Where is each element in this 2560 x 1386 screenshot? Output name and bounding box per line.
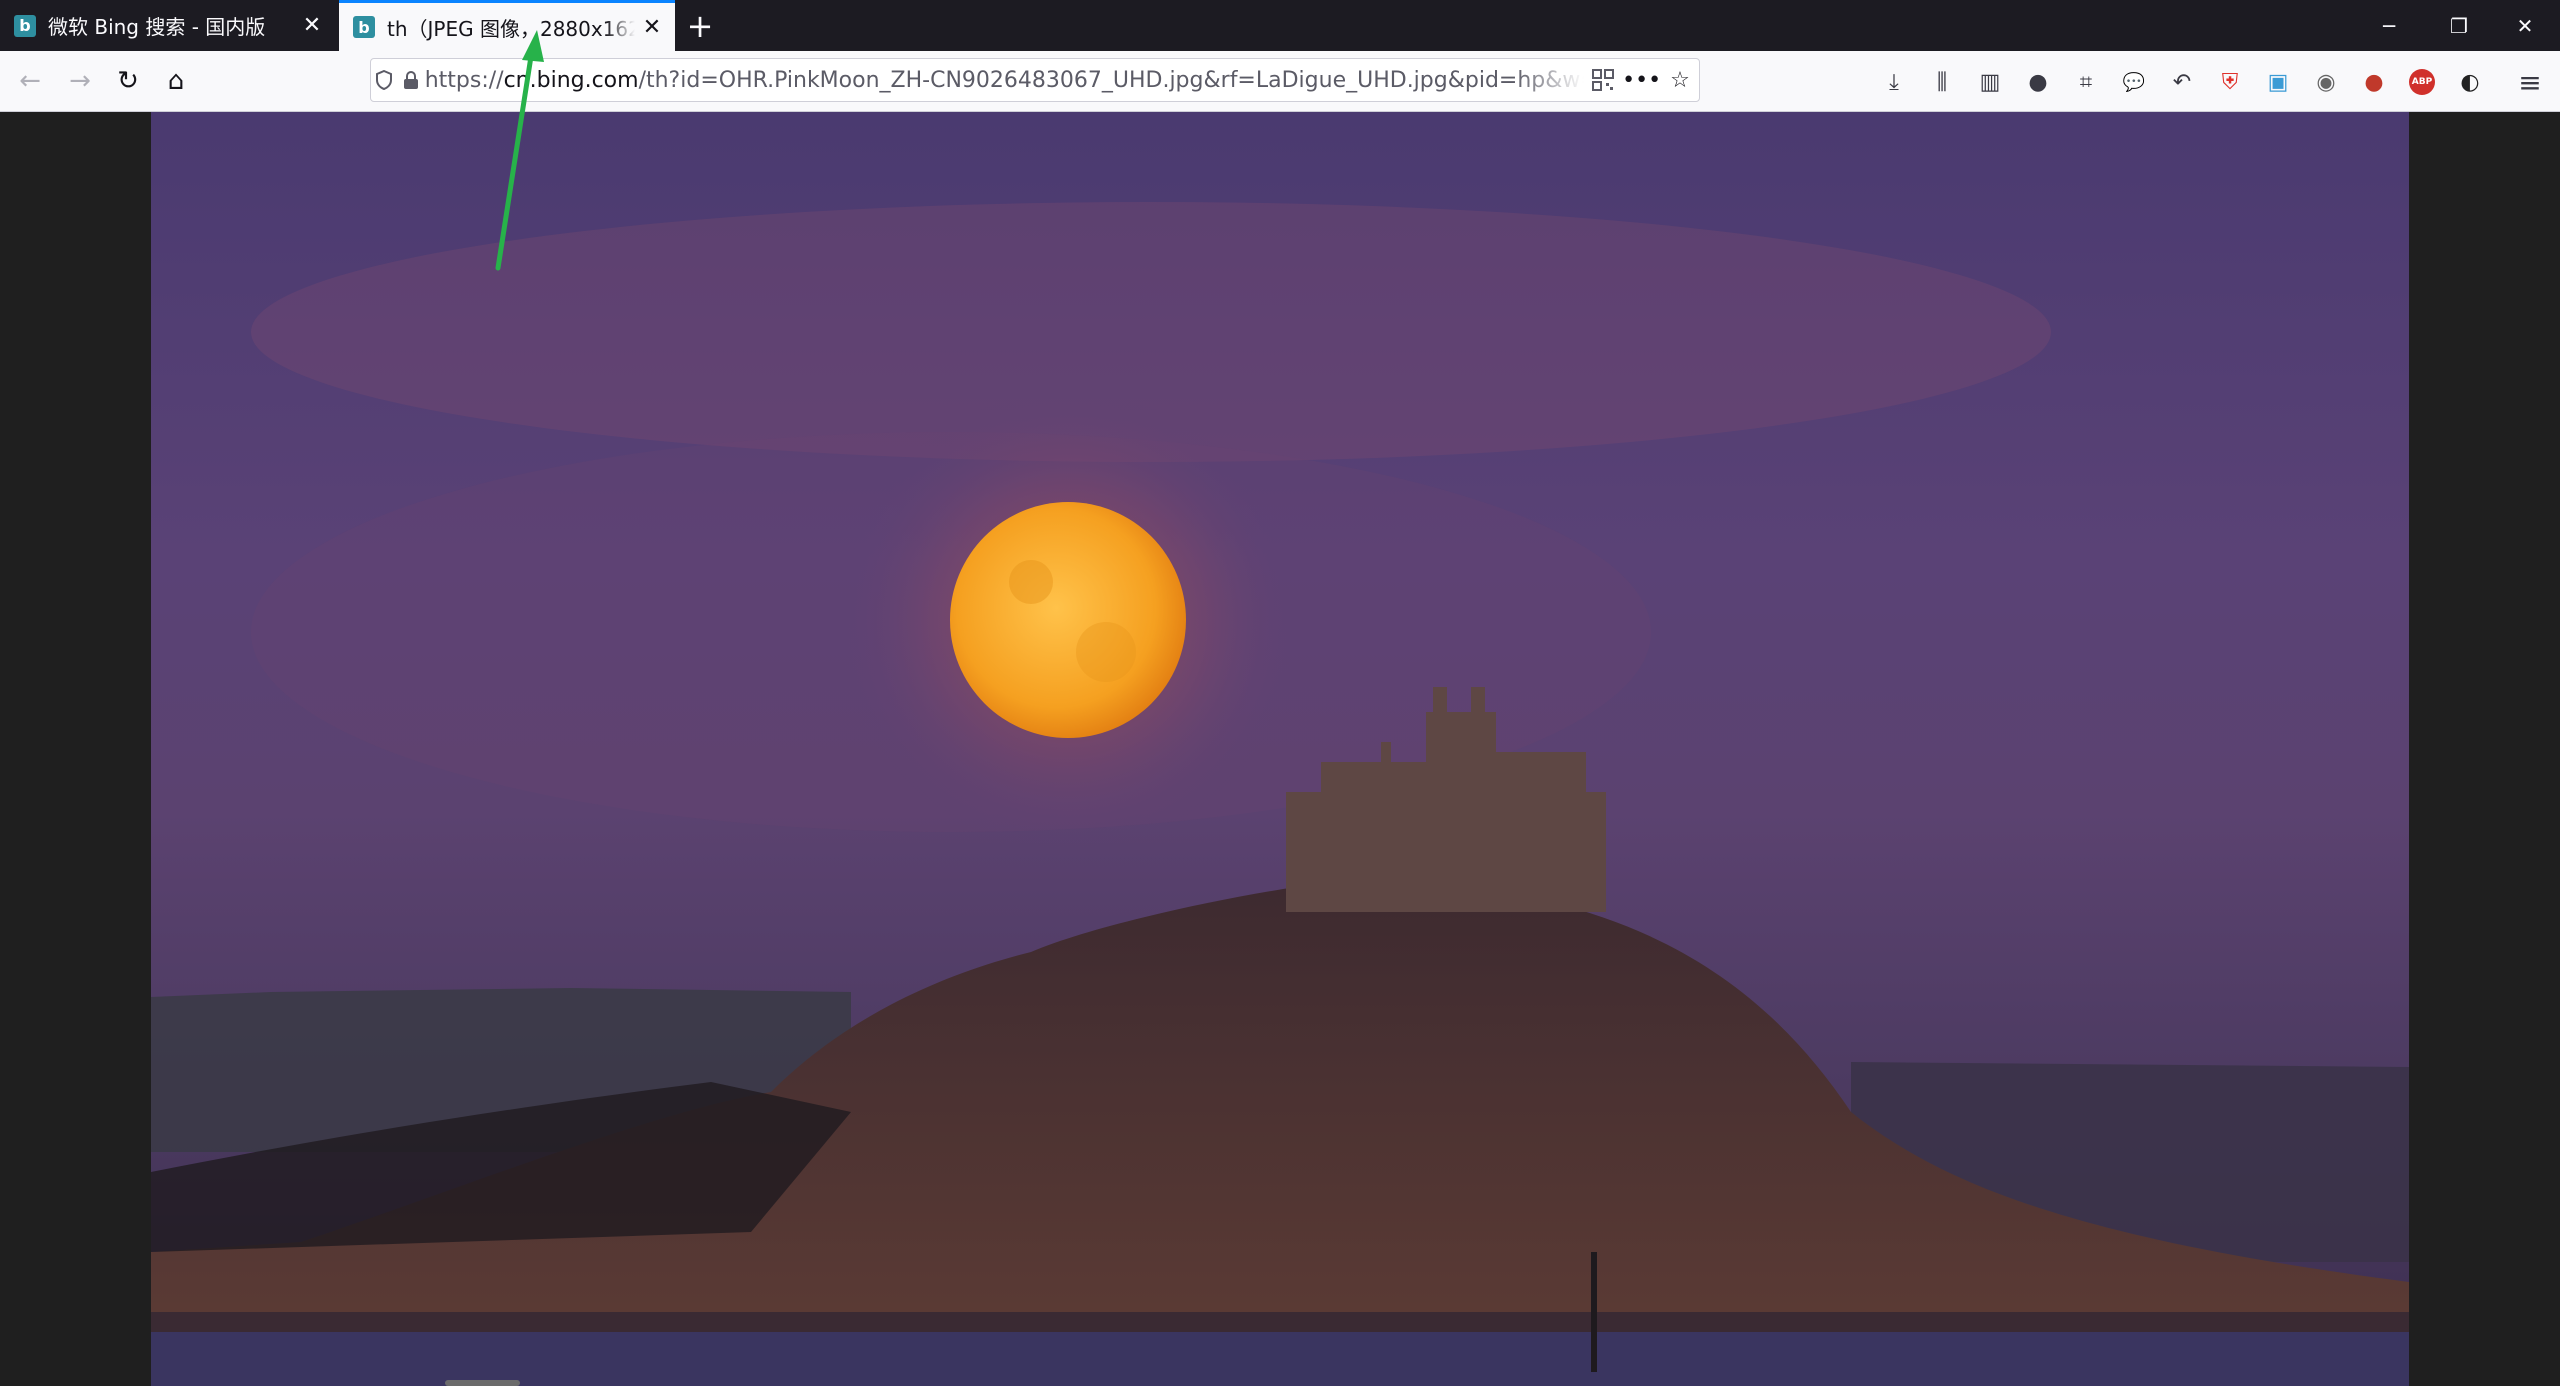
tab-bing-search[interactable]: b 微软 Bing 搜索 - 国内版 ✕ bbox=[0, 0, 335, 51]
forward-button[interactable]: → bbox=[60, 61, 100, 101]
close-tab-icon[interactable]: ✕ bbox=[295, 13, 329, 38]
minimize-button[interactable]: ─ bbox=[2354, 0, 2424, 51]
url-path: /th?id=OHR.PinkMoon_ZH-CN9026483067_UHD.… bbox=[638, 67, 1585, 93]
dark-reader-icon[interactable]: ◐ bbox=[2454, 66, 2486, 98]
shield-icon[interactable] bbox=[371, 70, 398, 90]
undo-icon[interactable]: ↶ bbox=[2166, 66, 2198, 98]
lock-icon[interactable] bbox=[398, 70, 425, 90]
sidebar-icon[interactable]: ▥ bbox=[1974, 66, 2006, 98]
download-icon[interactable]: ⤓ bbox=[1878, 66, 1910, 98]
home-button[interactable]: ⌂ bbox=[156, 61, 196, 101]
back-button[interactable]: ← bbox=[10, 61, 50, 101]
bing-logo-icon: b bbox=[353, 16, 375, 38]
star-icon[interactable]: ☆ bbox=[1661, 68, 1699, 93]
library-icon[interactable]: ⫼ bbox=[1926, 66, 1958, 98]
url-text[interactable]: https://cn.bing.com/th?id=OHR.PinkMoon_Z… bbox=[425, 68, 1584, 93]
new-tab-button[interactable]: + bbox=[678, 0, 722, 51]
picture-extension-icon[interactable]: ▣ bbox=[2262, 66, 2294, 98]
more-icon[interactable]: ••• bbox=[1622, 68, 1661, 93]
window-close-button[interactable]: ✕ bbox=[2490, 0, 2560, 51]
tab-strip: b 微软 Bing 搜索 - 国内版 ✕ b th（JPEG 图像，2880x1… bbox=[0, 0, 2560, 51]
tab-title: th（JPEG 图像，2880x1620 像素） bbox=[387, 16, 635, 41]
bing-logo-icon: b bbox=[14, 14, 36, 37]
tab-jpeg-image[interactable]: b th（JPEG 图像，2880x1620 像素） ✕ bbox=[339, 0, 675, 51]
bulb-extension-icon[interactable]: ◉ bbox=[2310, 66, 2342, 98]
marker-post bbox=[1591, 1252, 1597, 1372]
qr-code-icon[interactable] bbox=[1584, 69, 1622, 91]
color-extension-icon[interactable]: ● bbox=[2358, 66, 2390, 98]
chat-icon[interactable]: 💬 bbox=[2118, 66, 2150, 98]
menu-icon[interactable]: ≡ bbox=[2514, 66, 2546, 99]
photo-scene bbox=[151, 202, 2409, 1386]
adblock-plus-icon[interactable]: ABP bbox=[2406, 66, 2438, 98]
jpeg-image[interactable] bbox=[151, 112, 2409, 1386]
horizontal-scrollbar[interactable] bbox=[445, 1380, 520, 1386]
shoreline bbox=[151, 1312, 2409, 1332]
restore-button[interactable]: ❐ bbox=[2424, 0, 2494, 51]
reload-button[interactable]: ↻ bbox=[108, 61, 148, 101]
moon bbox=[950, 502, 1186, 738]
page-content bbox=[0, 112, 2560, 1386]
url-host: cn.bing.com bbox=[503, 67, 639, 93]
close-tab-icon[interactable]: ✕ bbox=[635, 15, 669, 40]
tab-title: 微软 Bing 搜索 - 国内版 bbox=[48, 15, 266, 39]
url-bar[interactable]: https://cn.bing.com/th?id=OHR.PinkMoon_Z… bbox=[370, 58, 1700, 102]
account-icon[interactable]: ● bbox=[2022, 66, 2054, 98]
sea bbox=[151, 1332, 2409, 1386]
screenshot-crop-icon[interactable]: ⌗ bbox=[2070, 66, 2102, 98]
shield-extension-icon[interactable]: ⛨ bbox=[2214, 66, 2246, 98]
adblock-label: ABP bbox=[2409, 69, 2435, 95]
url-scheme: https:// bbox=[424, 67, 504, 93]
